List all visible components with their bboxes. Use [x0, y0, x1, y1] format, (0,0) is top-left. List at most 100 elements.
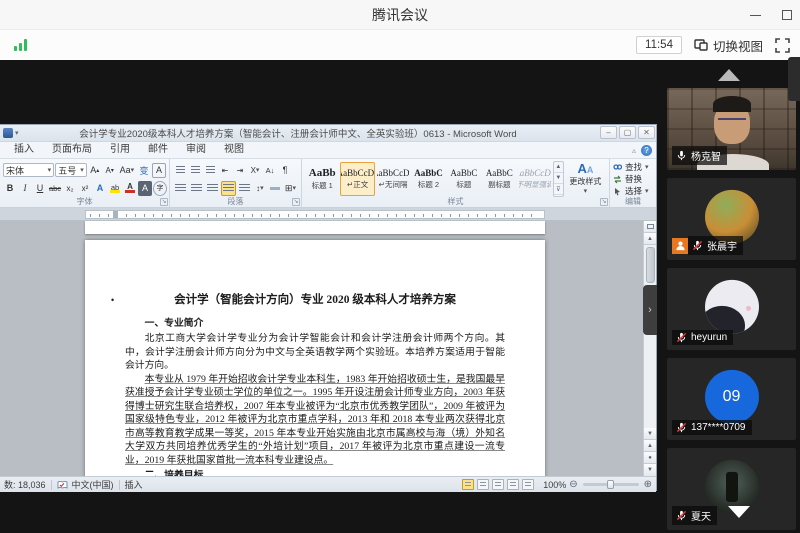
participant-name: 137****0709	[691, 422, 746, 433]
style-heading2[interactable]: AaBbC 标题 2	[411, 162, 445, 196]
maximize-icon[interactable]	[778, 6, 796, 24]
scroll-up-button[interactable]: ▲	[644, 233, 657, 245]
previous-page-button[interactable]: ▲	[644, 440, 657, 452]
zoom-level[interactable]: 100%	[543, 480, 566, 490]
shrink-font-button[interactable]: A▾	[103, 163, 117, 178]
participant-tile[interactable]: 09 137****0709	[667, 358, 796, 440]
fullscreen-reading-view-button[interactable]	[477, 479, 489, 490]
subscript-button[interactable]: x₂	[63, 181, 77, 196]
font-color-button[interactable]: A	[123, 181, 137, 196]
asian-layout-button[interactable]: X▾	[248, 163, 262, 178]
indent-marker[interactable]	[113, 211, 118, 218]
web-layout-view-button[interactable]	[492, 479, 504, 490]
style-subtle-emphasis[interactable]: AaBbCcDd 不明显强调	[518, 162, 552, 196]
help-icon[interactable]: ?	[641, 145, 652, 156]
participants-scroll-up-icon[interactable]	[718, 69, 740, 81]
scrollbar-thumb[interactable]	[646, 247, 655, 283]
show-marks-button[interactable]: ¶	[278, 163, 292, 178]
style-subtitle[interactable]: AaBbC 副标题	[482, 162, 516, 196]
multilevel-list-button[interactable]	[203, 163, 217, 178]
participants-scroll-down-icon[interactable]	[728, 506, 750, 518]
tab-mailings[interactable]: 邮件	[140, 138, 176, 158]
next-page-button[interactable]: ▼	[644, 464, 657, 476]
avatar	[705, 280, 759, 334]
styles-dialog-launcher-icon[interactable]: ↘	[600, 198, 608, 206]
character-border-button[interactable]: A	[152, 163, 166, 178]
change-case-button[interactable]: Aa▾	[118, 163, 136, 178]
collapsed-panel-edge[interactable]	[788, 57, 800, 101]
outline-view-button[interactable]	[507, 479, 519, 490]
ribbon-collapse-icon[interactable]: ▵	[632, 146, 636, 155]
replace-button[interactable]: 替换	[613, 173, 653, 185]
fullscreen-icon[interactable]	[775, 38, 790, 53]
borders-button[interactable]: ⊞▾	[283, 181, 298, 196]
pinyin-guide-button[interactable]: 变	[137, 163, 151, 178]
tab-review[interactable]: 审阅	[178, 138, 214, 158]
zoom-slider-thumb[interactable]	[607, 480, 614, 489]
align-center-button[interactable]	[189, 181, 204, 196]
language-indicator[interactable]: 中文(中国)	[72, 478, 114, 491]
word-count[interactable]: 数: 18,036	[4, 478, 46, 491]
font-size-select[interactable]: 五号▾	[55, 163, 87, 177]
participant-tile[interactable]: 杨克智	[667, 88, 796, 170]
participant-tile[interactable]: 张晨宇	[667, 178, 796, 260]
bullets-button[interactable]	[173, 163, 187, 178]
mic-muted-icon	[676, 332, 687, 343]
line-spacing-button[interactable]: ↕▾	[253, 181, 267, 196]
zoom-in-icon[interactable]: ⊕	[644, 479, 652, 490]
participant-tile[interactable]: heyurun	[667, 268, 796, 350]
paragraph-dialog-launcher-icon[interactable]: ↘	[292, 198, 300, 206]
change-styles-button[interactable]: AA 更改样式 ▾	[565, 163, 606, 195]
scroll-down-button[interactable]: ▼	[644, 428, 657, 440]
avatar-initials: 09	[723, 388, 741, 406]
word-minimize-icon[interactable]: –	[600, 126, 617, 139]
character-shading-button[interactable]: A	[138, 181, 152, 196]
draft-view-button[interactable]	[522, 479, 534, 490]
tab-view[interactable]: 视图	[216, 138, 252, 158]
superscript-button[interactable]: x²	[78, 181, 92, 196]
word-close-icon[interactable]: ✕	[638, 126, 655, 139]
tab-references[interactable]: 引用	[102, 138, 138, 158]
tab-insert[interactable]: 插入	[6, 138, 42, 158]
grow-font-button[interactable]: A▴	[88, 163, 102, 178]
proofing-icon[interactable]	[57, 480, 68, 490]
switch-view-button[interactable]: 切换视图	[694, 36, 763, 55]
print-layout-view-button[interactable]	[462, 479, 474, 490]
decrease-indent-button[interactable]: ⇤	[218, 163, 232, 178]
increase-indent-button[interactable]: ⇥	[233, 163, 247, 178]
font-dialog-launcher-icon[interactable]: ↘	[160, 198, 168, 206]
justify-button[interactable]	[221, 181, 236, 196]
zoom-slider[interactable]	[583, 483, 639, 486]
align-left-button[interactable]	[173, 181, 188, 196]
find-button[interactable]: 查找▾	[613, 161, 653, 173]
enclose-characters-button[interactable]: 字	[153, 181, 167, 196]
word-maximize-icon[interactable]: ▢	[619, 126, 636, 139]
text-effects-button[interactable]: A	[93, 181, 107, 196]
style-heading1[interactable]: AaBb 标题 1	[305, 162, 339, 196]
distribute-button[interactable]	[237, 181, 252, 196]
view-ruler-toggle-icon[interactable]	[644, 221, 657, 233]
minimize-icon[interactable]	[746, 6, 764, 24]
zoom-out-icon[interactable]: ⊖	[569, 479, 577, 490]
horizontal-ruler[interactable]	[0, 208, 656, 221]
vertical-scrollbar[interactable]: ▲ ▼ ▲ ● ▼	[643, 221, 656, 476]
sidebar-collapse-handle[interactable]: ›	[643, 285, 657, 335]
sort-button[interactable]: A↓	[263, 163, 277, 178]
bold-button[interactable]: B	[3, 181, 17, 196]
styles-gallery-scroll[interactable]: ▲▼⊽	[553, 161, 564, 197]
strikethrough-button[interactable]: abc	[48, 181, 62, 196]
select-browse-object-button[interactable]: ●	[644, 452, 657, 464]
italic-button[interactable]: I	[18, 181, 32, 196]
align-right-button[interactable]	[205, 181, 220, 196]
underline-button[interactable]: U	[33, 181, 47, 196]
style-no-spacing[interactable]: AaBbCcDd ↵无间隔	[376, 162, 410, 196]
font-name-select[interactable]: 宋体▾	[3, 163, 54, 177]
numbering-button[interactable]	[188, 163, 202, 178]
style-normal[interactable]: AaBbCcDd ↵正文	[340, 162, 374, 196]
insert-mode-indicator[interactable]: 插入	[125, 478, 143, 491]
shading-button[interactable]	[268, 181, 282, 196]
style-title[interactable]: AaBbC 标题	[447, 162, 481, 196]
document-page[interactable]: • 会计学（智能会计方向）专业 2020 级本科人才培养方案 一、专业简介 北京…	[85, 240, 545, 476]
text-highlight-button[interactable]: ab	[108, 181, 122, 196]
tab-page-layout[interactable]: 页面布局	[44, 138, 100, 158]
